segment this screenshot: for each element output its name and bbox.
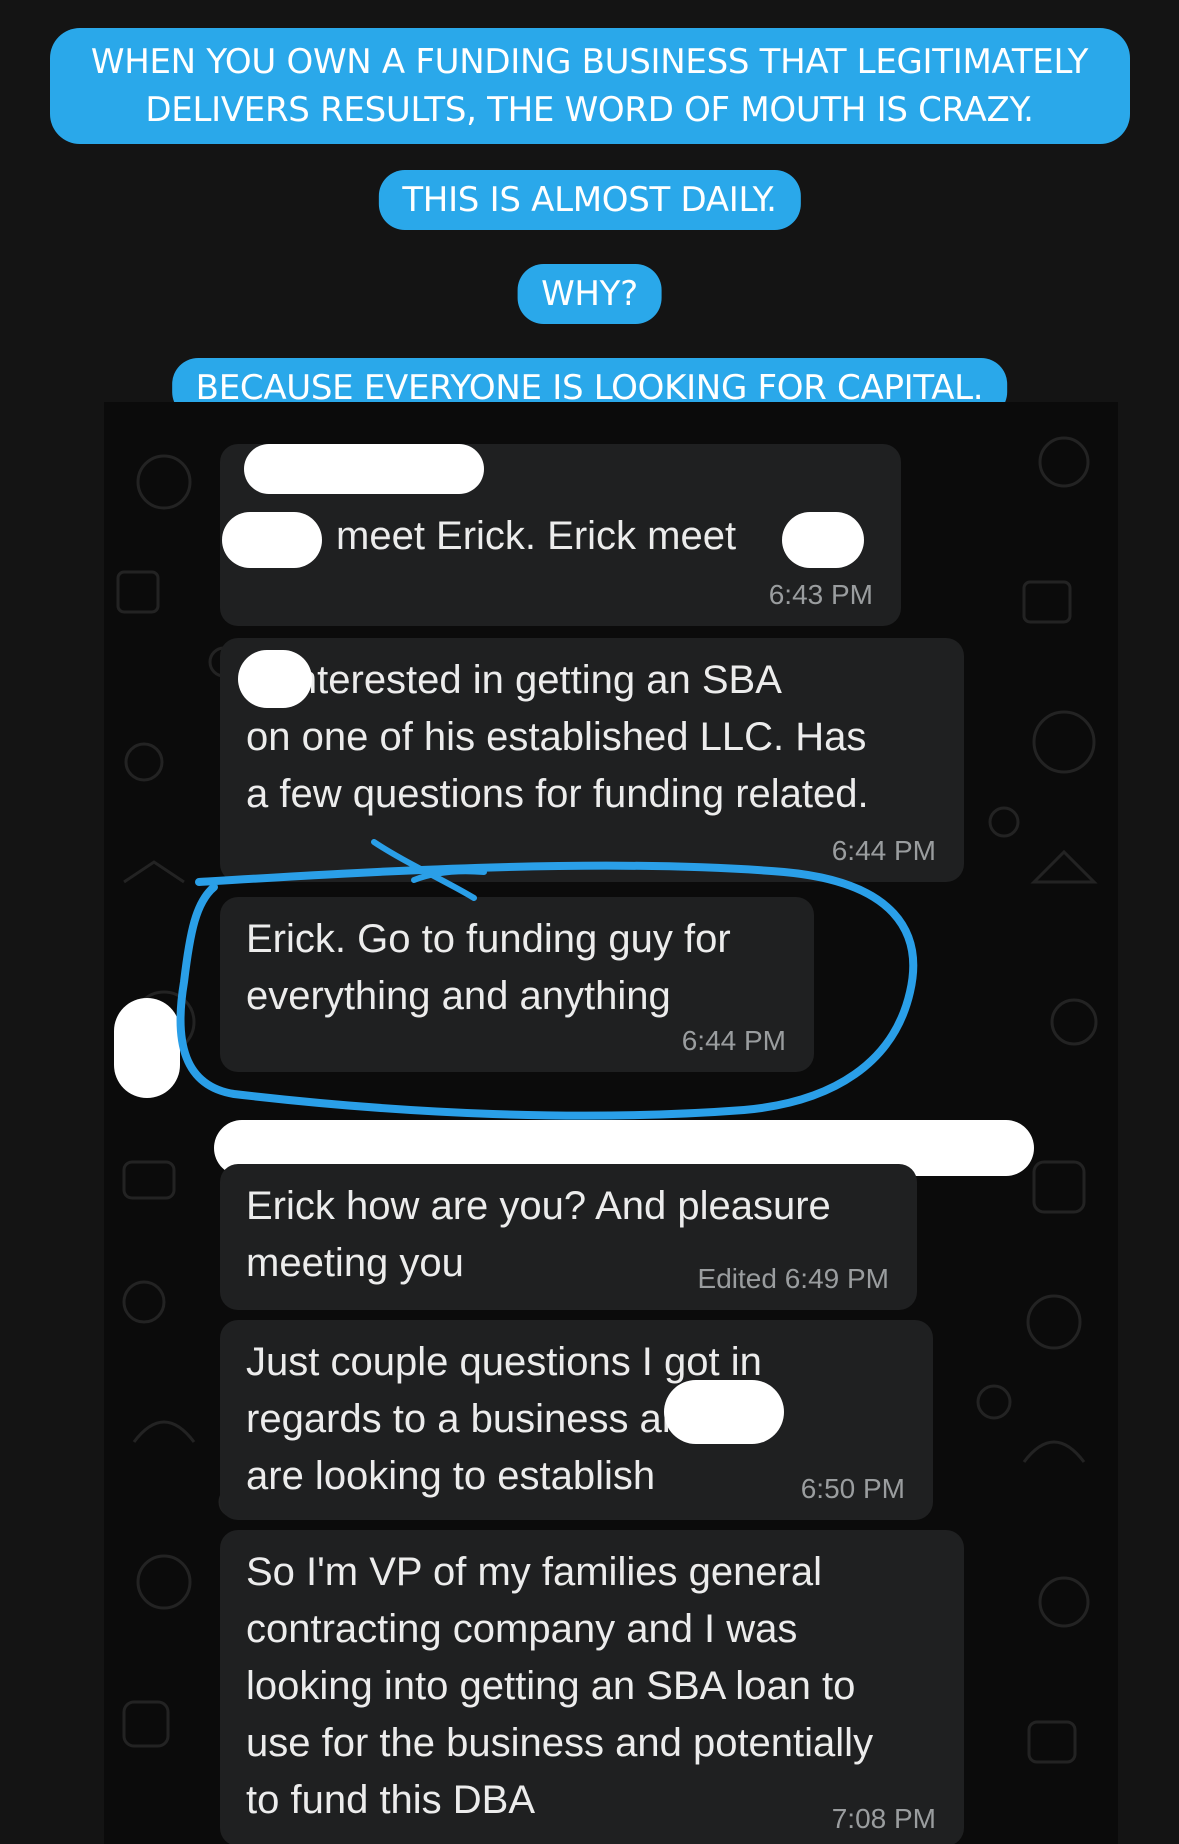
redaction-mark: [114, 998, 180, 1098]
redaction-mark: [238, 650, 312, 708]
message-bubble[interactable]: So I'm VP of my families general contrac…: [220, 1530, 964, 1844]
message-timestamp: 6:44 PM: [681, 1025, 786, 1056]
redaction-mark: [664, 1380, 784, 1444]
message-text: is interested in getting an SBA on one o…: [246, 658, 869, 816]
chat-screenshot: meet Erick. Erick meet 6:43 PM is intere…: [104, 402, 1118, 1844]
caption-almost-daily: THIS IS ALMOST DAILY.: [378, 170, 801, 230]
redaction-mark: [244, 444, 484, 494]
message-timestamp: 6:43 PM: [768, 579, 873, 610]
caption-why: WHY?: [517, 264, 662, 324]
message-bubble[interactable]: Erick. Go to funding guy for everything …: [220, 897, 814, 1072]
message-bubble[interactable]: is interested in getting an SBA on one o…: [220, 638, 964, 882]
redaction-mark: [782, 512, 864, 568]
message-timestamp: 6:50 PM: [800, 1473, 905, 1504]
message-timestamp: 6:44 PM: [831, 835, 936, 866]
message-text: Erick. Go to funding guy for everything …: [246, 917, 731, 1018]
message-text: So I'm VP of my families general contrac…: [246, 1550, 874, 1822]
caption-headline: WHEN YOU OWN A FUNDING BUSINESS THAT LEG…: [49, 28, 1130, 144]
message-bubble[interactable]: Just couple questions I got in regards t…: [220, 1320, 933, 1520]
message-timestamp: 7:08 PM: [831, 1803, 936, 1834]
message-timestamp: Edited 6:49 PM: [697, 1263, 889, 1294]
redaction-mark: [222, 512, 322, 568]
message-bubble[interactable]: Erick how are you? And pleasure meeting …: [220, 1164, 917, 1310]
